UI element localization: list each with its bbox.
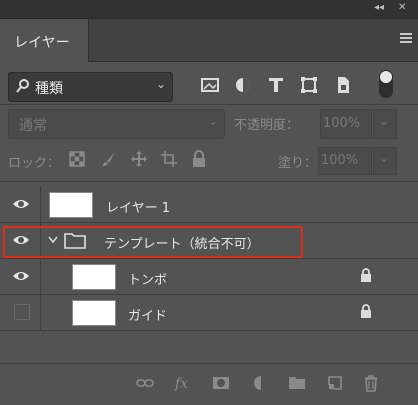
fx-icon[interactable]: fx (174, 374, 192, 392)
lock-artboard-icon[interactable] (160, 150, 178, 168)
layer-thumbnail (49, 192, 93, 218)
layer-thumbnail (72, 300, 116, 326)
visibility-toggle[interactable] (0, 186, 41, 222)
divider (0, 104, 418, 105)
lock-all-icon[interactable] (190, 150, 208, 168)
blend-mode-value: 通常 (19, 118, 47, 134)
layer-name: ガイド (128, 309, 168, 324)
divider (0, 181, 418, 182)
eye-icon (13, 272, 29, 280)
opacity-dropdown[interactable]: ⌄ (373, 109, 397, 139)
type-filter-icon[interactable] (265, 74, 287, 96)
smart-object-filter-icon[interactable] (332, 74, 354, 96)
filter-kind-label: 種類 (35, 81, 63, 97)
layers-footer: fx (0, 363, 418, 405)
shape-filter-icon[interactable] (298, 74, 320, 96)
search-icon (16, 79, 29, 93)
layer-row[interactable]: トンボ (0, 258, 418, 295)
panel-title-bar: ◂◂ ✕ (0, 0, 418, 19)
chevron-down-icon: ⌄ (207, 114, 218, 128)
chevron-down-icon: ⌄ (155, 77, 166, 91)
layer-row[interactable]: ガイド (0, 294, 418, 331)
eye-icon (13, 200, 29, 208)
adjustment-layer-icon[interactable] (252, 374, 270, 392)
layer-row[interactable]: レイヤー 1 (0, 186, 418, 223)
add-mask-icon[interactable] (212, 374, 230, 392)
tab-layers-label: レイヤー (14, 35, 70, 51)
lock-icon (361, 304, 371, 318)
fill-field[interactable]: 100% (318, 147, 372, 175)
opacity-field[interactable]: 100% (320, 109, 372, 139)
panel-tab-row: レイヤー (0, 19, 418, 62)
image-filter-icon[interactable] (199, 74, 221, 96)
chevron-down-icon: ⌄ (379, 151, 390, 165)
layers-list: レイヤー 1 テンプレート（統合不可） トンボ ガイド (0, 183, 418, 363)
new-layer-icon[interactable] (326, 374, 344, 392)
trash-icon[interactable] (362, 374, 380, 392)
opacity-value: 100% (323, 116, 361, 131)
fill-value: 100% (321, 153, 359, 168)
adjustment-filter-icon[interactable] (232, 74, 254, 96)
panel-menu-icon[interactable] (400, 33, 412, 45)
svg-text:fx: fx (174, 376, 188, 392)
layer-name: レイヤー 1 (106, 201, 171, 216)
lock-position-icon[interactable] (130, 150, 148, 168)
collapse-icon[interactable]: ◂◂ (374, 2, 384, 14)
highlight-box (3, 226, 303, 258)
lock-transparent-pixels-icon[interactable] (68, 150, 86, 168)
opacity-label: 不透明度： (234, 118, 300, 133)
blend-mode-select[interactable]: 通常 ⌄ (8, 109, 225, 139)
filter-toggle[interactable] (379, 70, 393, 98)
layer-thumbnail (72, 264, 116, 290)
visibility-toggle[interactable] (0, 294, 41, 330)
tab-layers[interactable]: レイヤー (0, 19, 89, 62)
fill-label: 塗り： (278, 156, 318, 171)
lock-icon (361, 268, 371, 282)
link-layers-icon[interactable] (136, 374, 154, 392)
new-group-icon[interactable] (288, 374, 306, 392)
chevron-down-icon: ⌄ (379, 114, 390, 128)
lock-label: ロック： (8, 156, 61, 171)
visibility-toggle[interactable] (0, 258, 41, 294)
hidden-visibility-box (14, 304, 30, 320)
layer-name: トンボ (128, 273, 168, 288)
fill-dropdown[interactable]: ⌄ (373, 147, 397, 175)
filter-kind-select[interactable]: 種類 ⌄ (8, 72, 173, 102)
close-icon[interactable]: ✕ (398, 2, 406, 14)
lock-image-pixels-icon[interactable] (100, 150, 118, 168)
